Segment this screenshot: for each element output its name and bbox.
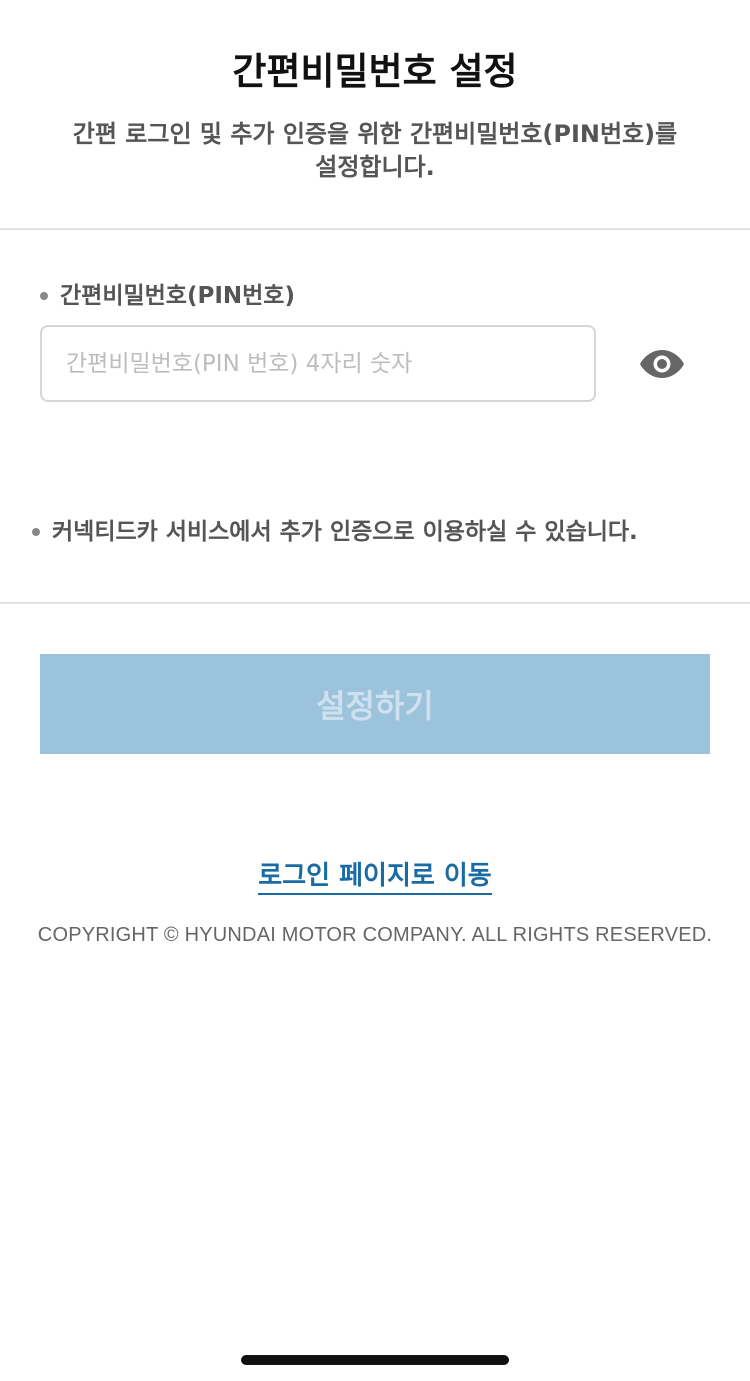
- pin-setup-page: 간편비밀번호 설정 간편 로그인 및 추가 인증을 위한 간편비밀번호(PIN번…: [0, 0, 750, 1381]
- page-title: 간편비밀번호 설정: [232, 50, 518, 93]
- home-indicator[interactable]: [241, 1355, 509, 1365]
- top-divider: [0, 228, 750, 230]
- description-line-1: 간편 로그인 및 추가 인증을 위한 간편비밀번호(PIN번호)를: [72, 120, 678, 148]
- show-pin-toggle[interactable]: [636, 342, 688, 386]
- page-description: 간편 로그인 및 추가 인증을 위한 간편비밀번호(PIN번호)를 설정합니다.: [60, 118, 690, 184]
- bullet-dot: [32, 528, 40, 536]
- pin-input[interactable]: [40, 325, 596, 402]
- pin-label-text: 간편비밀번호(PIN번호): [60, 283, 295, 309]
- copyright-text: COPYRIGHT © HYUNDAI MOTOR COMPANY. ALL R…: [37, 924, 713, 946]
- description-line-2: 설정합니다.: [315, 153, 435, 181]
- notice-label: 커넥티드카 서비스에서 추가 인증으로 이용하실 수 있습니다.: [52, 519, 638, 545]
- pin-field-label: 간편비밀번호(PIN번호): [40, 280, 295, 312]
- notice-text: 커넥티드카 서비스에서 추가 인증으로 이용하실 수 있습니다.: [32, 516, 638, 548]
- go-to-login-link[interactable]: 로그인 페이지로 이동: [258, 861, 492, 895]
- login-link-container: 로그인 페이지로 이동: [0, 856, 750, 899]
- eye-icon: [640, 350, 684, 378]
- bullet-dot: [40, 292, 48, 300]
- set-pin-button[interactable]: 설정하기: [40, 654, 710, 754]
- bottom-divider: [0, 602, 750, 604]
